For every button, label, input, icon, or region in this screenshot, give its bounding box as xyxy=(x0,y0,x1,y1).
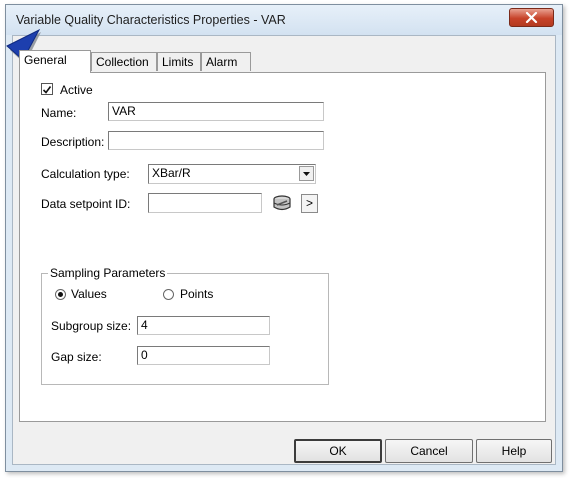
tab-general[interactable]: General xyxy=(19,50,91,73)
sampling-parameters-title: Sampling Parameters xyxy=(48,266,168,280)
calc-type-value: XBar/R xyxy=(152,166,191,180)
points-radio[interactable] xyxy=(163,289,174,300)
calc-type-label: Calculation type: xyxy=(41,167,130,181)
points-label: Points xyxy=(180,287,214,301)
window-title: Variable Quality Characteristics Propert… xyxy=(16,13,286,27)
tab-alarm[interactable]: Alarm xyxy=(201,52,251,71)
tab-limits-label: Limits xyxy=(162,55,194,69)
values-radio[interactable] xyxy=(55,289,66,300)
tab-general-label: General xyxy=(24,53,67,67)
data-browse-button[interactable] xyxy=(271,192,293,214)
close-button[interactable] xyxy=(509,8,554,27)
sampling-parameters-group: Sampling Parameters Values Points Subgro… xyxy=(41,266,329,385)
title-bar[interactable]: Variable Quality Characteristics Propert… xyxy=(6,5,562,35)
help-button[interactable]: Help xyxy=(476,439,552,463)
name-field[interactable]: VAR xyxy=(108,102,324,121)
cancel-button[interactable]: Cancel xyxy=(385,439,473,463)
properties-dialog: Variable Quality Characteristics Propert… xyxy=(5,4,563,472)
general-tab-page: Active Name: VAR Description: Calculatio… xyxy=(19,72,546,422)
more-button[interactable]: > xyxy=(301,194,318,213)
active-checkbox[interactable] xyxy=(41,83,53,95)
more-button-label: > xyxy=(305,196,313,210)
setpoint-field[interactable] xyxy=(148,193,262,213)
gap-size-field[interactable]: 0 xyxy=(137,346,270,365)
tab-collection[interactable]: Collection xyxy=(91,52,157,71)
ok-button[interactable]: OK xyxy=(294,439,382,463)
name-label: Name: xyxy=(41,106,77,120)
subgroup-size-label: Subgroup size: xyxy=(51,319,132,333)
setpoint-label: Data setpoint ID: xyxy=(41,197,131,211)
gap-size-label: Gap size: xyxy=(51,350,102,364)
description-field[interactable] xyxy=(108,131,324,150)
dropdown-button[interactable] xyxy=(299,166,314,181)
dialog-client-area: General Collection Limits Alarm Active N… xyxy=(12,35,556,465)
values-label: Values xyxy=(71,287,107,301)
tab-alarm-label: Alarm xyxy=(206,55,238,69)
close-icon xyxy=(525,12,538,23)
tab-limits[interactable]: Limits xyxy=(157,52,201,71)
description-label: Description: xyxy=(41,135,105,149)
subgroup-size-field[interactable]: 4 xyxy=(137,316,270,335)
data-browse-icon xyxy=(273,195,291,211)
tab-collection-label: Collection xyxy=(96,55,149,69)
checkmark-icon xyxy=(42,86,52,94)
radio-selected-dot xyxy=(58,292,63,297)
chevron-down-icon xyxy=(303,172,310,176)
active-label: Active xyxy=(60,83,93,97)
calc-type-select[interactable]: XBar/R xyxy=(148,164,316,184)
